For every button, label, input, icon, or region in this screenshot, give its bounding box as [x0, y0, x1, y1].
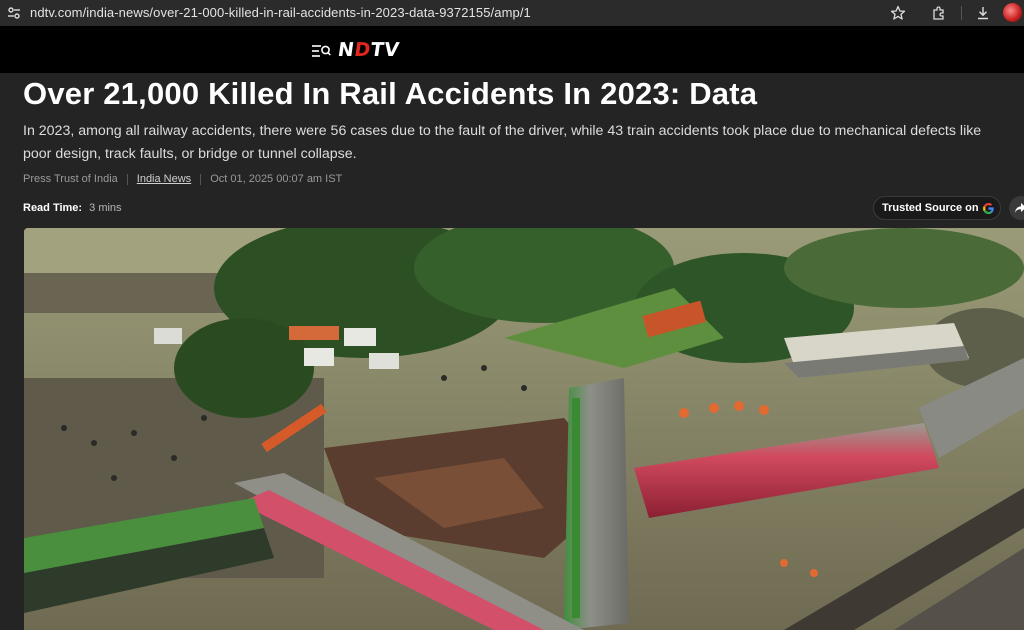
- read-time-label: Read Time:: [23, 202, 83, 214]
- extensions-icon[interactable]: [929, 3, 949, 23]
- google-icon: [982, 202, 994, 214]
- share-icon: [1015, 203, 1024, 213]
- browser-toolbar: ndtv.com/india-news/over-21-000-killed-i…: [0, 0, 1024, 26]
- address-bar-url[interactable]: ndtv.com/india-news/over-21-000-killed-i…: [30, 5, 531, 20]
- profile-avatar[interactable]: [1003, 3, 1022, 22]
- article-date: Oct 01, 2025 00:07 am IST: [210, 173, 343, 185]
- trusted-source-google-button[interactable]: Trusted Source on: [873, 196, 1001, 220]
- article-summary: In 2023, among all railway accidents, th…: [23, 123, 982, 162]
- star-icon[interactable]: [888, 3, 908, 23]
- ndtv-logo[interactable]: NDTV: [336, 39, 400, 61]
- article-source: Press Trust of India: [23, 173, 118, 185]
- download-icon[interactable]: [973, 3, 993, 23]
- train-accident-photo: [24, 228, 1024, 630]
- meta-divider: [200, 173, 202, 185]
- meta-divider: [126, 173, 128, 185]
- menu-search-icon[interactable]: [311, 43, 331, 59]
- share-button[interactable]: [1009, 196, 1024, 220]
- article-hero-image: [24, 228, 1024, 630]
- trusted-source-label: Trusted Source on: [882, 202, 979, 214]
- read-time-value: 3 mins: [89, 202, 122, 214]
- site-header: NDTV: [0, 26, 1024, 73]
- article-meta: Press Trust of India India News Oct 01, …: [23, 173, 342, 185]
- read-time: Read Time: 3 mins: [23, 202, 122, 214]
- article-category-link[interactable]: India News: [137, 173, 191, 185]
- site-settings-icon[interactable]: [6, 5, 22, 21]
- article-headline: Over 21,000 Killed In Rail Accidents In …: [23, 76, 758, 111]
- toolbar-separator: [961, 6, 962, 20]
